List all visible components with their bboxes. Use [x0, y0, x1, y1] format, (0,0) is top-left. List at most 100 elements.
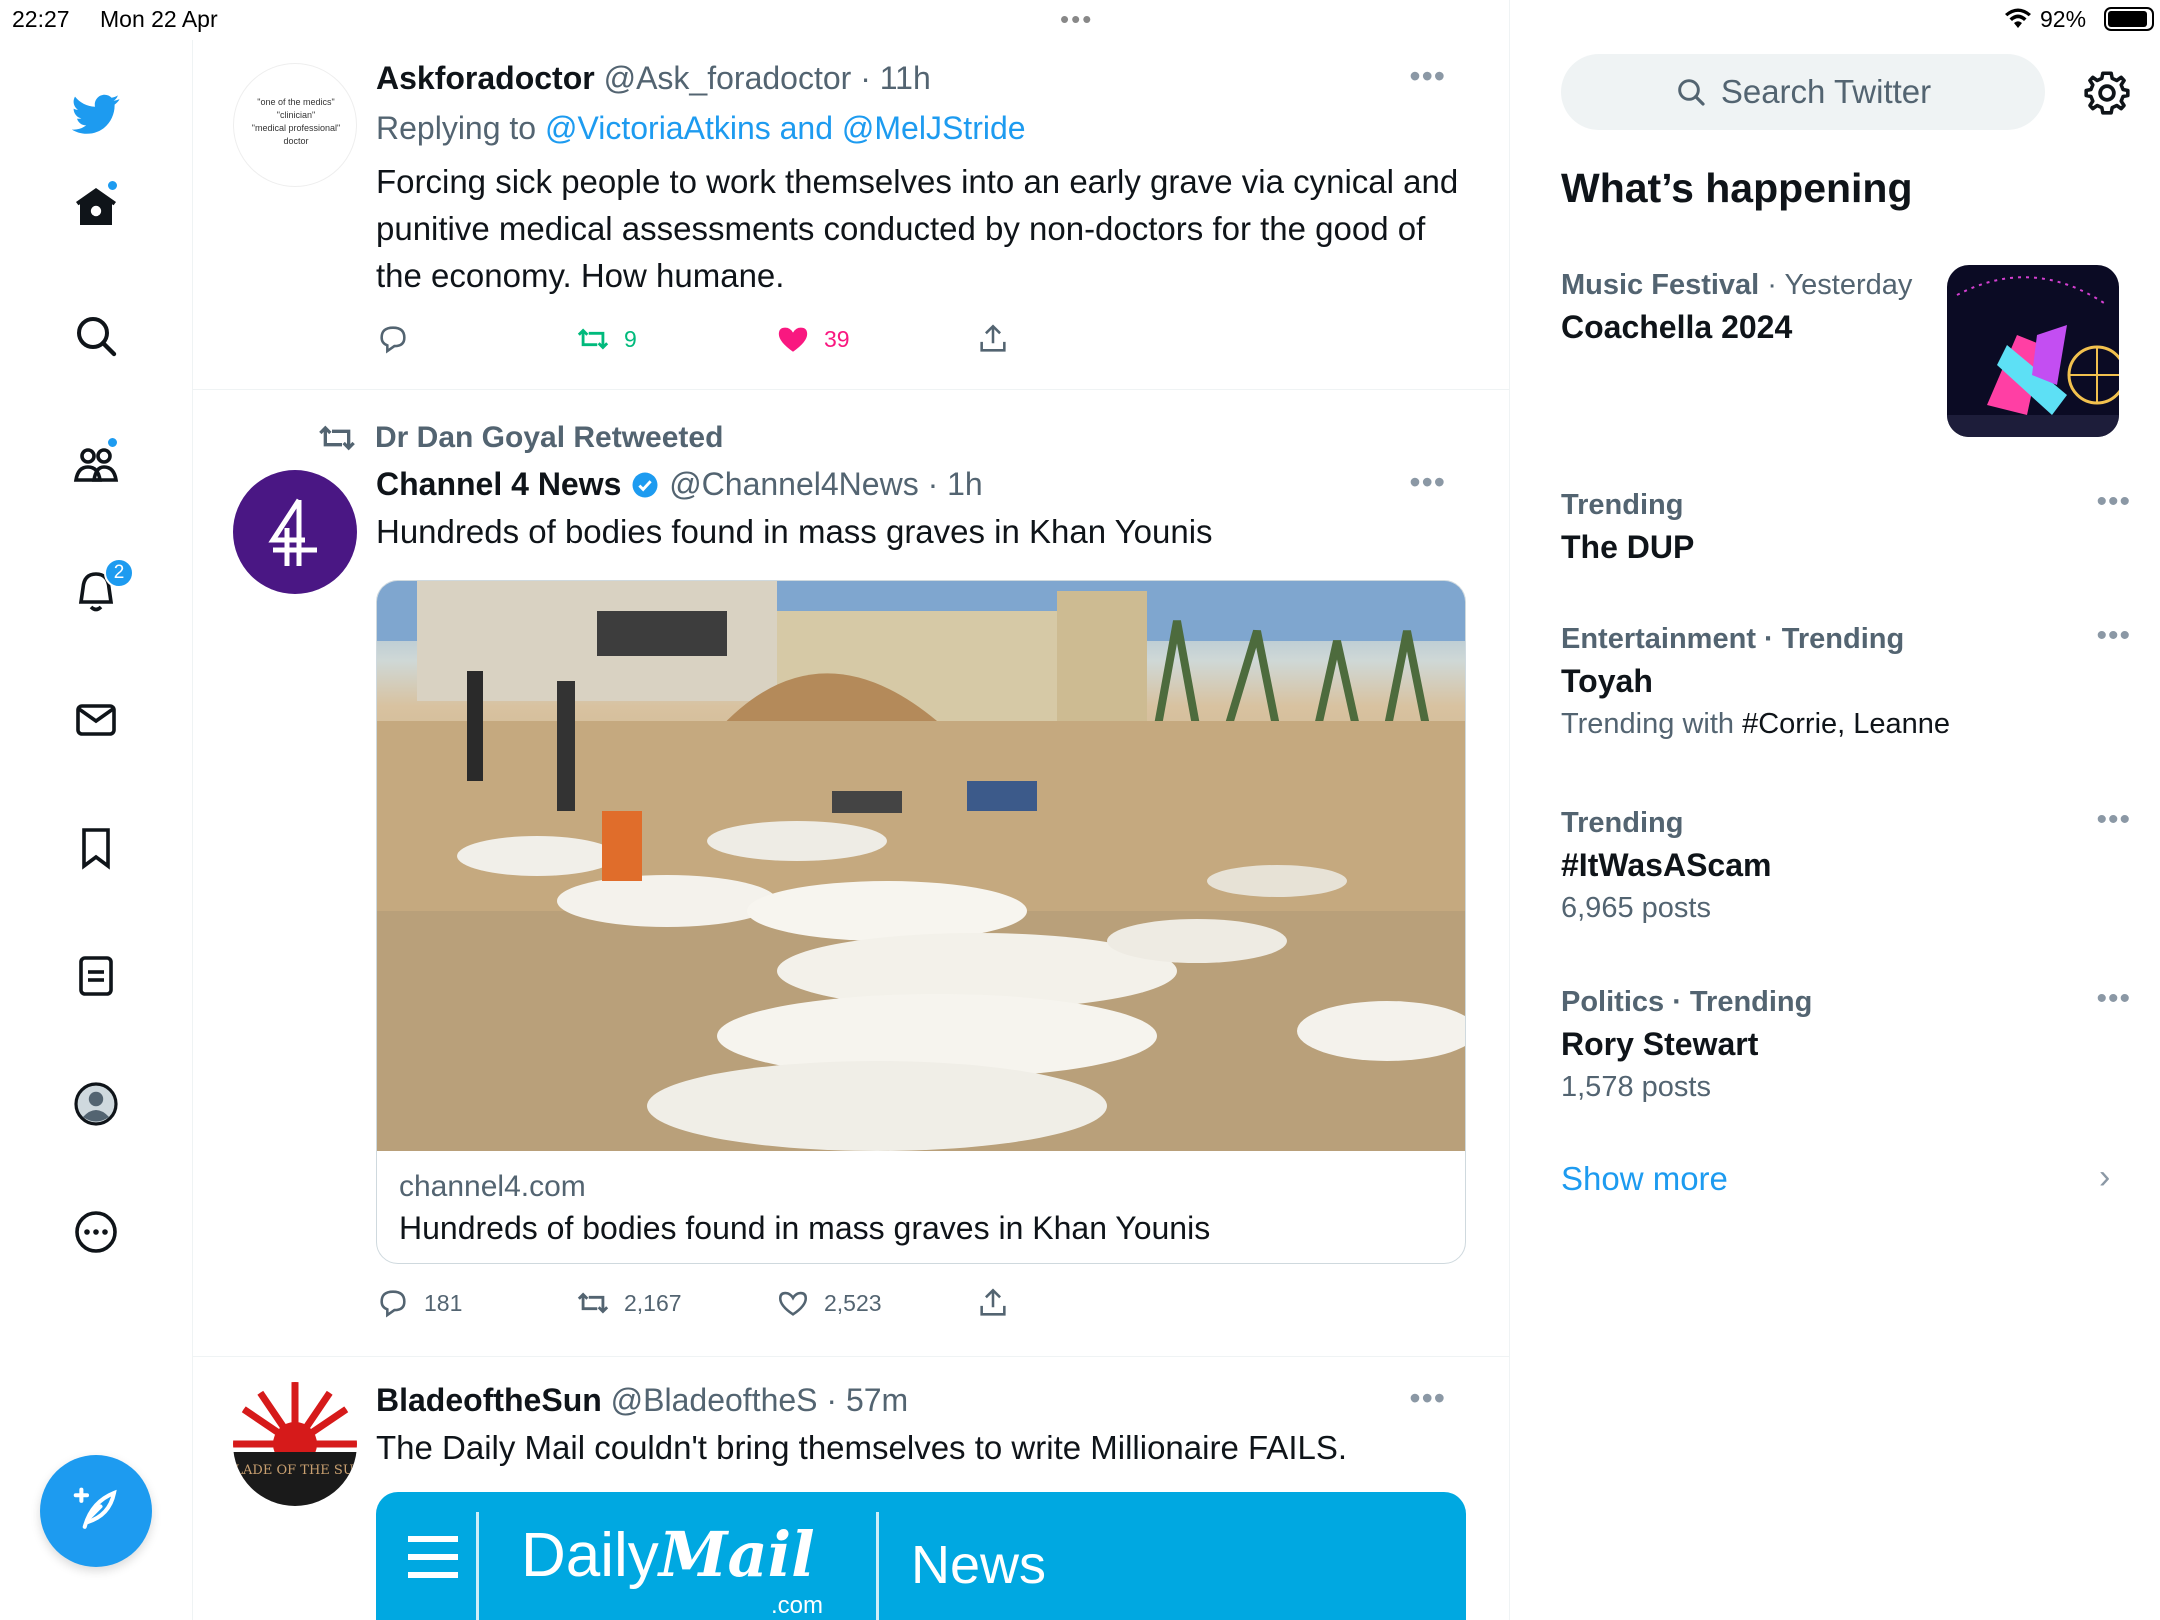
- news-photo: [377, 581, 1465, 1151]
- verified-badge-icon: [632, 472, 658, 498]
- trend-title: #ItWasAScam: [1561, 847, 1772, 883]
- avatar-text-line: "one of the medics": [257, 97, 335, 107]
- author-name[interactable]: BladeoftheSun: [376, 1382, 602, 1418]
- trend-more-button[interactable]: •••: [2096, 619, 2131, 653]
- trend-category: Music Festival · Yesterday: [1561, 265, 1941, 305]
- trend-title: Toyah: [1561, 663, 1653, 699]
- twitter-logo-icon[interactable]: [70, 88, 122, 140]
- show-more-link[interactable]: Show more: [1561, 1160, 1728, 1198]
- trend-category: Politics · Trending: [1561, 986, 1813, 1018]
- author-handle[interactable]: @Ask_foradoctor: [604, 60, 852, 96]
- tweet-time[interactable]: 1h: [947, 466, 983, 502]
- tweet-time[interactable]: 11h: [880, 60, 931, 96]
- lists-icon[interactable]: [70, 950, 122, 1002]
- trend-title: Coachella 2024: [1561, 309, 1793, 345]
- status-time: 22:27: [12, 6, 70, 32]
- chevron-right-icon: ›: [2099, 1158, 2111, 1196]
- author-handle[interactable]: @Channel4News: [669, 466, 919, 502]
- messages-icon[interactable]: [70, 694, 122, 746]
- tweet-text: Forcing sick people to work themselves i…: [376, 163, 1459, 294]
- trend-item[interactable]: Politics · Trending Rory Stewart 1,578 p…: [1561, 982, 2131, 1108]
- reply-button[interactable]: [376, 319, 410, 359]
- trend-category-label: Music Festival: [1561, 269, 1760, 301]
- avatar-bladeofthesun[interactable]: BLADE OF THE SUN: [233, 1382, 357, 1506]
- trend-title: The DUP: [1561, 529, 1695, 565]
- heart-icon: [778, 1291, 808, 1316]
- link-card-image[interactable]: [377, 581, 1465, 1151]
- tweet-more-button[interactable]: •••: [1409, 58, 1446, 95]
- reply-icon: [380, 326, 406, 354]
- retweet-button[interactable]: 2,167: [576, 1283, 682, 1323]
- communities-notification-dot: [106, 436, 119, 449]
- more-icon[interactable]: [70, 1206, 122, 1258]
- tweet-more-button[interactable]: •••: [1409, 1380, 1446, 1417]
- tweet-header: Askforadoctor @Ask_foradoctor · 11h: [376, 58, 1466, 98]
- tweet-header: BladeoftheSun @BladeoftheS · 57m: [376, 1380, 1466, 1420]
- reply-icon: [380, 1290, 406, 1318]
- reply-button[interactable]: 181: [376, 1283, 462, 1323]
- avatar-text: BLADE OF THE SUN: [233, 1463, 357, 1478]
- tweet-time[interactable]: 57m: [846, 1382, 908, 1418]
- retweeted-by-label[interactable]: Dr Dan Goyal Retweeted: [375, 421, 723, 455]
- bookmarks-icon[interactable]: [70, 822, 122, 874]
- author-handle[interactable]: @BladeoftheS: [611, 1382, 818, 1418]
- explore-icon[interactable]: [70, 310, 122, 362]
- hamburger-icon: [408, 1536, 458, 1578]
- link-card-title: Hundreds of bodies found in mass graves …: [399, 1210, 1211, 1246]
- daily-mail-banner[interactable]: DailyMail .com News: [376, 1492, 1466, 1620]
- share-icon: [980, 1288, 1006, 1316]
- settings-gear-icon[interactable]: [2082, 68, 2132, 118]
- battery-percent: 92%: [2040, 6, 2087, 32]
- retweet-count: 2,167: [624, 1289, 682, 1316]
- trend-separator: ·: [1759, 269, 1785, 301]
- notifications-badge: 2: [104, 558, 134, 588]
- avatar-askforadoctor[interactable]: "one of the medics" "clinician" "medical…: [233, 63, 357, 187]
- retweeted-by: Dr Dan Goyal Retweeted: [317, 418, 723, 458]
- separator: ·: [851, 60, 880, 96]
- trend-item[interactable]: Entertainment · Trending Toyah Trending …: [1561, 619, 2131, 745]
- tweet-text: The Daily Mail couldn't bring themselves…: [376, 1429, 1348, 1466]
- home-icon[interactable]: [70, 179, 122, 233]
- search-icon: [1678, 79, 1705, 106]
- search-input[interactable]: Search Twitter: [1561, 54, 2045, 130]
- notifications-icon[interactable]: 2: [70, 558, 134, 618]
- like-button[interactable]: 2,523: [776, 1283, 882, 1323]
- tweet-channel4news[interactable]: Dr Dan Goyal Retweeted Channel 4 News @C…: [193, 390, 1509, 1357]
- tweet-actions: 181 2,167 2,523: [376, 1283, 1276, 1323]
- trend-more-button[interactable]: •••: [2096, 982, 2131, 1016]
- share-button[interactable]: [976, 1283, 1010, 1323]
- like-button[interactable]: 39: [776, 319, 850, 359]
- share-button[interactable]: [976, 319, 1010, 359]
- communities-icon[interactable]: [70, 436, 122, 490]
- like-count: 39: [824, 325, 850, 352]
- tweet-bladeofthesun[interactable]: BLADE OF THE SUN BladeoftheSun @Bladeoft…: [193, 1357, 1509, 1620]
- trend-more-button[interactable]: •••: [2096, 803, 2131, 837]
- trend-item[interactable]: Trending The DUP •••: [1561, 485, 2131, 569]
- profile-icon[interactable]: [70, 1078, 122, 1130]
- compose-icon: [73, 1487, 117, 1529]
- author-name[interactable]: Askforadoctor: [376, 60, 595, 96]
- daily-mail-logo: DailyMail: [521, 1520, 815, 1591]
- trend-item[interactable]: Trending #ItWasAScam 6,965 posts •••: [1561, 803, 2131, 929]
- retweet-icon: [319, 425, 355, 451]
- link-card-meta: channel4.com Hundreds of bodies found in…: [377, 1151, 1465, 1263]
- author-name[interactable]: Channel 4 News: [376, 466, 621, 502]
- trend-more-button[interactable]: •••: [2096, 485, 2131, 519]
- retweet-count: 9: [624, 325, 637, 352]
- link-card[interactable]: channel4.com Hundreds of bodies found in…: [376, 580, 1466, 1264]
- timeline: "one of the medics" "clinician" "medical…: [193, 0, 1510, 1620]
- trend-item[interactable]: Music Festival · Yesterday Coachella 202…: [1561, 265, 1941, 349]
- coachella-thumbnail[interactable]: [1947, 265, 2119, 437]
- compose-button[interactable]: [40, 1455, 152, 1567]
- avatar-channel4[interactable]: [233, 470, 357, 594]
- trend-sub-dark: #Corrie, Leanne: [1742, 708, 1951, 740]
- retweet-button[interactable]: 9: [576, 319, 637, 359]
- battery-icon: [2104, 7, 2154, 31]
- replying-to-link[interactable]: @VictoriaAtkins and @MelJStride: [545, 110, 1026, 146]
- home-notification-dot: [106, 179, 119, 192]
- tweet-more-button[interactable]: •••: [1409, 464, 1446, 501]
- tweet-askforadoctor[interactable]: "one of the medics" "clinician" "medical…: [193, 0, 1509, 390]
- trend-posts: 1,578 posts: [1561, 1071, 1711, 1103]
- search-placeholder: Search Twitter: [1720, 73, 1932, 110]
- banner-dotcom: .com: [771, 1592, 824, 1619]
